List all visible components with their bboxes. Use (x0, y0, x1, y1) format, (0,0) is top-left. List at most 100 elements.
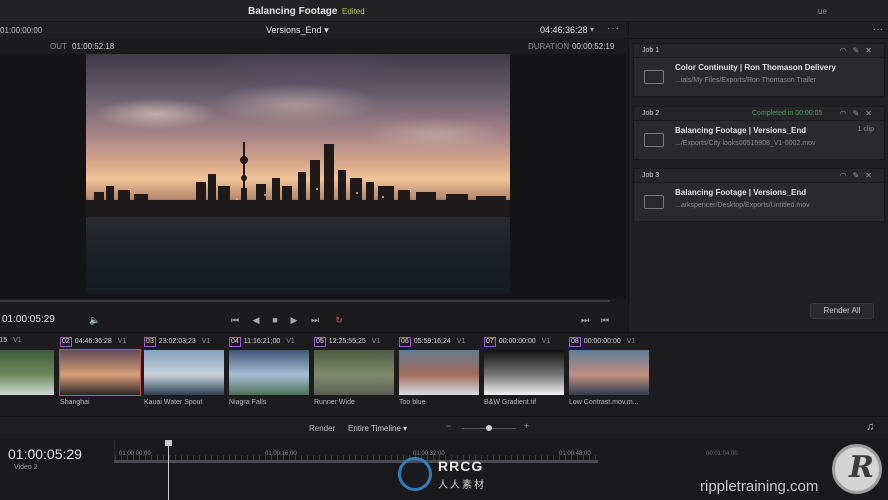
render-bar: Render Entire Timeline ▾ − + ♫ (0, 416, 888, 438)
chevron-down-icon[interactable]: ▾ (590, 25, 594, 34)
job-path: ...arkspencer/Desktop/Exports/Untitled.m… (675, 202, 810, 209)
project-status: Edited (342, 7, 365, 16)
render-job[interactable]: Job 2 Completed in 00:00:05 ◠✎✕ Balancin… (633, 106, 885, 160)
timeline-name: Versions_End (266, 25, 322, 35)
clip-thumbnail[interactable]: 2:17:40;15V1all (0, 337, 58, 411)
in-timecode: 01:00:00:00 (0, 26, 43, 35)
render-all-button[interactable]: Render All (810, 303, 874, 319)
clip-header: 02 04:46:36:28 V1 (60, 337, 150, 347)
clip-number: 06 (399, 337, 411, 347)
chevron-down-icon: ▾ (403, 424, 408, 433)
clip-number: 08 (569, 337, 581, 347)
clip-track: V1 (286, 338, 295, 345)
clip-thumbnail[interactable]: 02 04:46:36:28 V1 Shanghai (59, 337, 144, 411)
zoom-slider-handle[interactable] (486, 425, 492, 431)
job-header: Job 3 ◠✎✕ (634, 169, 884, 183)
out-timecode: 01:00:52:18 (72, 42, 115, 51)
render-job[interactable]: Job 3 ◠✎✕ Balancing Footage | Versions_E… (633, 168, 885, 222)
edit-icon[interactable]: ✎ (853, 109, 866, 118)
timeline-ruler[interactable]: 01:00:00:00 01:00:16:00 01:00:32:00 01:0… (114, 440, 598, 460)
clip-timecode: 05:59:16;24 (413, 338, 451, 345)
render-job[interactable]: Job 1 ◠✎✕ Color Continuity | Ron Thomaso… (633, 43, 885, 97)
view-icon[interactable]: ◠ (840, 46, 853, 55)
job-header: Job 1 ◠✎✕ (634, 44, 884, 58)
clip-image (314, 350, 394, 395)
viewer[interactable] (0, 54, 626, 302)
music-note-icon[interactable]: ♫ (866, 421, 874, 433)
clip-name: B&W Gradient.tif (484, 399, 537, 406)
clip-image (229, 350, 309, 395)
skip-forward-icon[interactable]: ⏭ (308, 313, 322, 327)
clip-track: V1 (456, 338, 466, 345)
skip-back-icon[interactable]: ⏮ (228, 313, 242, 327)
clip-thumbnail[interactable]: 04 11:16:21;00 V1 Niagra Falls (229, 337, 313, 411)
edit-icon[interactable]: ✎ (853, 171, 866, 180)
out-label: OUT (50, 42, 67, 51)
watermark-subtext: 人人素材 (438, 480, 486, 491)
more-options-icon[interactable]: ··· (607, 23, 620, 34)
next-clip-icon[interactable]: ⏭ (578, 313, 592, 327)
clip-name: Niagra Falls (229, 399, 267, 406)
clip-number: 04 (229, 337, 241, 347)
play-reverse-icon[interactable]: ◀ (249, 313, 263, 327)
viewer-scrub-bar[interactable] (0, 300, 610, 302)
clip-track: V1 (371, 338, 381, 345)
clip-thumbnail[interactable]: 05 12:25:55;25 V1 Runner Wide (314, 337, 398, 411)
clip-track: V1 (13, 337, 22, 344)
more-options-icon[interactable]: ··· (873, 24, 883, 35)
view-icon[interactable]: ◠ (840, 171, 853, 180)
zoom-out-icon[interactable]: − (446, 421, 451, 431)
river-water (86, 217, 510, 294)
clip-image (399, 350, 479, 395)
job-thumbnail-icon (644, 195, 664, 209)
clip-image (144, 350, 224, 395)
play-icon[interactable]: ▶ (287, 313, 301, 327)
ruler-label: 01:00:16:00 (265, 451, 297, 457)
clip-name: Too blue (399, 399, 426, 406)
watermark-text: RRCG (438, 458, 484, 474)
render-range-dropdown[interactable]: Entire Timeline ▾ (348, 424, 407, 433)
job-actions: ◠✎✕ (840, 171, 878, 180)
clip-timecode: 12:25:55;25 (328, 338, 366, 345)
zoom-in-icon[interactable]: + (524, 421, 529, 431)
stop-icon[interactable]: ■ (268, 313, 282, 327)
track-label: Video 2 (14, 464, 38, 471)
clip-timecode: 04:46:36:28 (74, 338, 112, 345)
view-icon[interactable]: ◠ (840, 109, 853, 118)
render-queue-panel: ··· Job 1 ◠✎✕ Color Continuity | Ron Tho… (628, 22, 888, 332)
loop-icon[interactable]: ↻ (332, 313, 346, 327)
render-label: Render (309, 424, 336, 433)
clip-track: V1 (541, 338, 551, 345)
timeline-clip-bar[interactable] (114, 460, 598, 463)
clip-number: 03 (144, 337, 156, 347)
clip-name: Kauai Water Spout (144, 399, 203, 406)
prev-clip-icon[interactable]: ⏮ (598, 313, 612, 327)
clip-image (569, 350, 649, 395)
clip-image (0, 350, 54, 395)
job-thumbnail-icon (644, 133, 664, 147)
edit-icon[interactable]: ✎ (853, 46, 866, 55)
job-title: Balancing Footage | Versions_End (675, 126, 807, 135)
clip-header: 2:17:40;15 V1 (0, 337, 64, 347)
clip-timecode: 11:16:21;00 (243, 338, 281, 345)
duration-label: DURATION (528, 42, 570, 51)
close-icon[interactable]: ✕ (865, 171, 878, 180)
timeline-timecode: 01:00:05:29 (8, 446, 82, 462)
close-icon[interactable]: ✕ (865, 109, 878, 118)
clip-header: 06 05:59:16;24 V1 (399, 337, 489, 347)
clip-thumbnail[interactable]: 08 00:00:00:00 V1 Low Contrast.mov.m... (569, 337, 653, 411)
video-frame (86, 54, 510, 294)
viewer-timecode: 04:46:36:28 (540, 25, 588, 35)
close-icon[interactable]: ✕ (865, 46, 878, 55)
clip-name: Low Contrast.mov.m... (569, 399, 639, 406)
clip-number: 05 (314, 337, 326, 347)
job-name: Job 2 (642, 110, 660, 117)
clip-track: V1 (117, 338, 127, 345)
clip-thumbnail[interactable]: 03 23:02:03;23 V1 Kauai Water Spout (144, 337, 228, 411)
playhead[interactable] (168, 440, 169, 500)
clip-thumbnail[interactable]: 07 00:00:00:00 V1 B&W Gradient.tif (484, 337, 568, 411)
timeline-dropdown[interactable]: Versions_End ▾ (266, 25, 329, 36)
speaker-icon[interactable]: 🔈 (88, 313, 102, 327)
clip-thumbnail[interactable]: 06 05:59:16;24 V1 Too blue (399, 337, 483, 411)
watermark-circle (398, 457, 432, 491)
